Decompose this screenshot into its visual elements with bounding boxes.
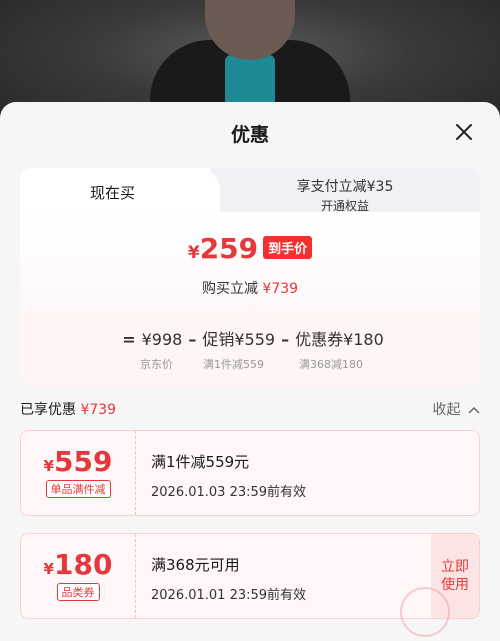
final-price: ¥259 到手价	[20, 232, 480, 265]
coupon-amount-section: ¥559 单品满件减	[21, 431, 136, 515]
collapse-toggle[interactable]: 收起	[433, 399, 480, 419]
coupon-currency: ¥	[43, 560, 54, 578]
price-formula: = ¥998– 促销¥559– 优惠券¥180 京东价 满1件减559 满368减18…	[20, 304, 480, 386]
use-button-line1: 立即	[441, 559, 469, 575]
coupon-currency: ¥	[43, 457, 54, 475]
coupon-type-badge: 品类券	[56, 583, 100, 601]
jd-price: ¥998	[141, 330, 183, 349]
pointer-arrow	[244, 304, 260, 312]
tab-pay-title: 享支付立减¥35	[296, 179, 394, 195]
watermark-logo	[400, 587, 450, 637]
collapse-label: 收起	[432, 402, 461, 418]
promo-amount: 促销¥559	[202, 330, 276, 349]
currency-symbol: ¥	[187, 243, 200, 263]
jd-price-label: 京东价	[140, 358, 173, 371]
enjoyed-value: ¥739	[80, 402, 117, 418]
formula-line: = ¥998– 促销¥559– 优惠券¥180	[20, 326, 480, 350]
enjoyed-label: 已享优惠	[20, 402, 76, 418]
reduction-label: 购买立减	[201, 281, 258, 297]
chevron-up-icon	[468, 406, 480, 414]
tab-pay-discount[interactable]: 享支付立减¥35 开通权益	[210, 168, 480, 213]
minus-sign: –	[188, 330, 197, 349]
final-price-value: 259	[199, 232, 259, 265]
minus-sign: –	[281, 330, 290, 349]
coupon-expiry: 2026.01.03 23:59前有效	[151, 485, 307, 500]
enjoyed-discount: 已享优惠 ¥739	[20, 399, 116, 419]
discount-sheet: 优惠 享支付立减¥35 开通权益 现在买 ¥259 到手价 购买立减 ¥739 =…	[0, 102, 500, 641]
sheet-title: 优惠	[230, 124, 269, 146]
tab-buy-now-label: 现在买	[90, 184, 136, 202]
coupon-amount-value: 180	[53, 548, 113, 581]
close-icon[interactable]	[452, 120, 476, 144]
purchase-reduction: 购买立减 ¥739	[20, 278, 480, 298]
price-summary: ¥259 到手价 购买立减 ¥739	[20, 212, 480, 312]
coupon-type-badge: 单品满件减	[45, 480, 111, 498]
coupon-amount-section: ¥180 品类券	[21, 534, 136, 618]
coupon-condition: 满1件减559元	[151, 453, 250, 471]
coupon-amount: ¥559	[21, 445, 135, 478]
coupon-label: 满368减180	[299, 358, 363, 371]
coupon-amount-value: 559	[53, 445, 113, 478]
equals-sign: =	[122, 330, 136, 349]
tab-buy-now[interactable]: 现在买	[20, 168, 220, 216]
reduction-value: ¥739	[262, 281, 299, 297]
promo-label: 满1件减559	[203, 358, 264, 371]
coupon-amount: ¥180	[21, 548, 135, 581]
final-price-tag: 到手价	[263, 236, 313, 259]
coupon-condition: 满368元可用	[151, 556, 240, 574]
price-breakdown-card: 享支付立减¥35 开通权益 现在买 ¥259 到手价 购买立减 ¥739 = ¥99…	[20, 168, 480, 386]
coupon-amount: 优惠券¥180	[295, 330, 384, 349]
coupon-expiry: 2026.01.01 23:59前有效	[151, 588, 307, 603]
coupon-card: ¥559 单品满件减 满1件减559元 2026.01.03 23:59前有效	[20, 430, 480, 516]
